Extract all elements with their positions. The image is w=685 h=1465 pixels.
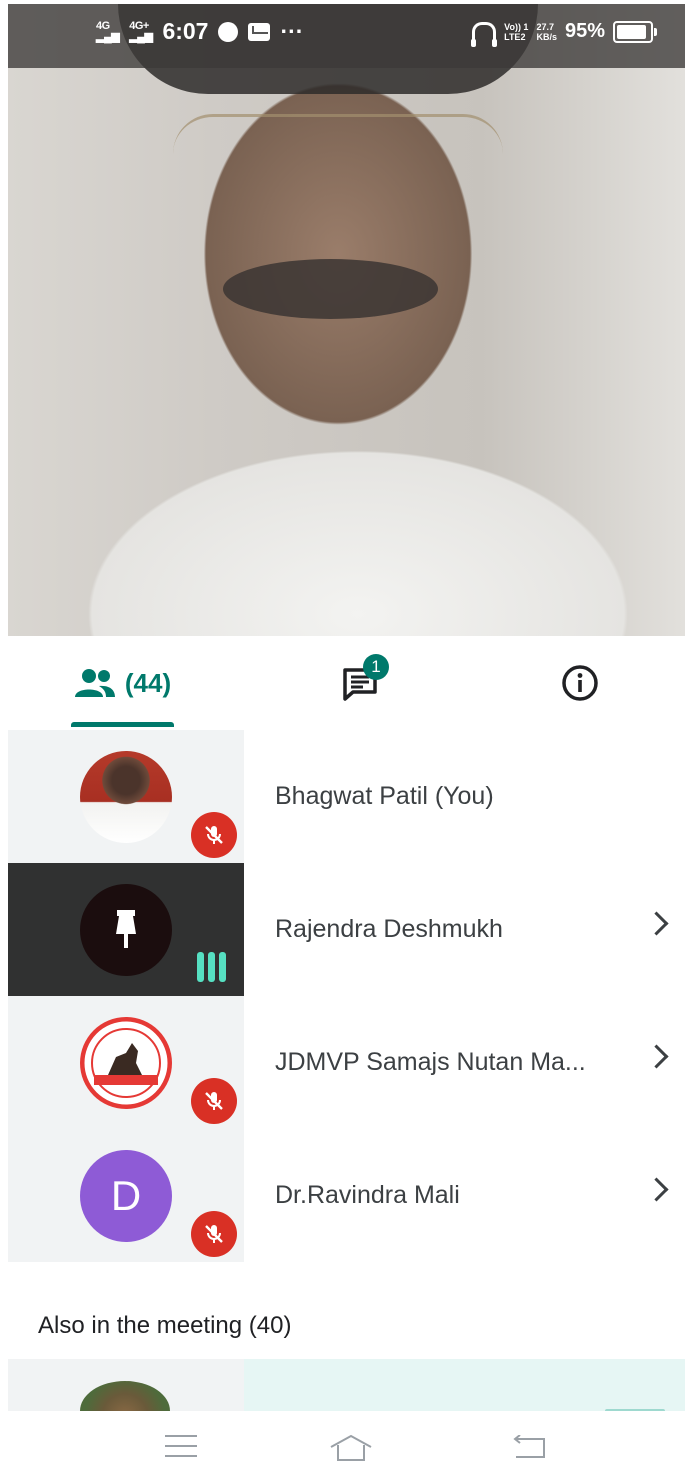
video-person-mustache xyxy=(223,259,438,319)
network-2-label: 4G+ xyxy=(129,19,149,32)
back-icon[interactable] xyxy=(510,1435,550,1461)
people-count: (44) xyxy=(124,667,172,698)
battery-icon xyxy=(613,20,657,43)
navigation-icon xyxy=(218,21,239,42)
people-icon xyxy=(74,669,115,697)
organization-logo xyxy=(80,1017,172,1109)
speaking-indicator-icon xyxy=(197,952,226,982)
battery-percent: 95% xyxy=(564,20,605,42)
lte-label: LTE2 xyxy=(504,31,526,42)
chevron-right-icon[interactable] xyxy=(644,911,669,936)
participant-row[interactable] xyxy=(8,1359,685,1441)
video-person-shirt xyxy=(28,384,685,636)
main-video-feed[interactable] xyxy=(8,4,685,636)
pin-icon xyxy=(116,910,136,948)
system-navigation-bar xyxy=(0,1411,685,1462)
volte-indicator: Vo)) 1 LTE2 xyxy=(504,22,528,42)
muted-mic-icon xyxy=(191,1078,237,1124)
video-person-glasses xyxy=(173,114,503,177)
avatar: D xyxy=(80,1150,172,1242)
clock: 6:07 xyxy=(162,18,209,44)
avatar xyxy=(80,884,172,976)
net-speed-value: 27.7 xyxy=(536,21,554,32)
net-speed: 27.7 KB/s xyxy=(536,22,557,42)
menu-icon[interactable] xyxy=(165,1435,197,1465)
avatar xyxy=(80,751,172,843)
participant-thumbnail xyxy=(8,996,244,1129)
info-icon xyxy=(562,665,598,701)
chevron-right-icon[interactable] xyxy=(644,1177,669,1202)
volte-label: Vo)) 1 xyxy=(504,21,529,32)
chevron-right-icon[interactable] xyxy=(644,1044,669,1069)
chat-badge: 1 xyxy=(363,654,389,680)
active-tab-indicator xyxy=(71,722,174,727)
participant-row[interactable]: Rajendra Deshmukh xyxy=(8,863,685,996)
muted-mic-icon xyxy=(191,812,237,858)
participant-name: Dr.Ravindra Mali xyxy=(275,1181,460,1209)
net-speed-unit: KB/s xyxy=(536,31,557,42)
tab-chat[interactable]: 1 xyxy=(326,636,396,730)
more-notifications-icon: ··· xyxy=(280,18,304,44)
avatar xyxy=(80,1017,172,1109)
status-right: Vo)) 1 LTE2 27.7 KB/s 95% xyxy=(471,20,657,47)
status-bar: 4G ▂▄▆ 4G+ ▂▄▆ 6:07 ··· Vo)) 1 LTE2 27.7 K… xyxy=(8,4,685,68)
participant-row[interactable]: Bhagwat Patil (You) xyxy=(8,730,685,863)
battery-fill xyxy=(617,24,646,39)
status-left: 4G ▂▄▆ 4G+ ▂▄▆ 6:07 ··· xyxy=(96,18,303,45)
headset-icon xyxy=(471,22,498,47)
network-1-label: 4G xyxy=(96,19,110,32)
signal-1: 4G ▂▄▆ xyxy=(96,19,120,43)
participant-name: Bhagwat Patil (You) xyxy=(275,782,494,810)
tab-people[interactable]: (44) xyxy=(70,636,174,730)
participant-row[interactable]: D Dr.Ravindra Mali xyxy=(8,1129,685,1262)
also-in-meeting-heading: Also in the meeting (40) xyxy=(38,1312,292,1339)
avatar-letter: D xyxy=(110,1172,142,1219)
home-icon[interactable] xyxy=(328,1433,374,1461)
message-icon xyxy=(248,22,271,41)
muted-mic-icon xyxy=(191,1211,237,1257)
participant-thumbnail xyxy=(8,863,244,996)
signal-2: 4G+ ▂▄▆ xyxy=(129,19,153,43)
participant-name: Rajendra Deshmukh xyxy=(275,915,503,943)
participant-thumbnail xyxy=(8,730,244,863)
meeting-tabs: (44) 1 xyxy=(8,636,685,731)
tab-info[interactable] xyxy=(548,636,612,730)
participant-name: JDMVP Samajs Nutan Ma... xyxy=(275,1048,586,1076)
participant-thumbnail xyxy=(8,1359,244,1441)
participant-highlight xyxy=(244,1359,685,1411)
participant-thumbnail: D xyxy=(8,1129,244,1262)
participant-row[interactable]: JDMVP Samajs Nutan Ma... xyxy=(8,996,685,1129)
